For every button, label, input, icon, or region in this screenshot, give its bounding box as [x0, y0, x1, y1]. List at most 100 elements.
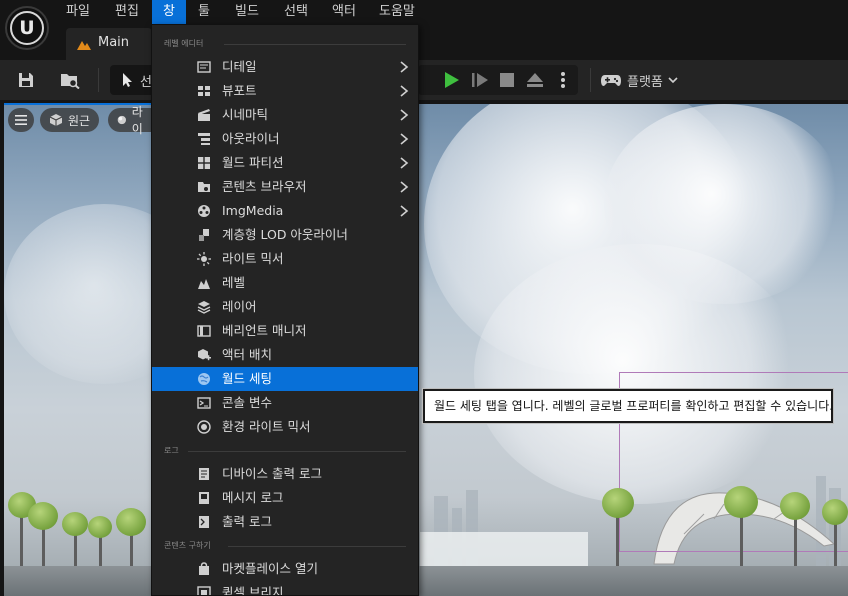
menu-item-output-log[interactable]: 출력 로그: [152, 510, 418, 534]
ground-plane: [4, 566, 848, 596]
platforms-button[interactable]: 플랫폼: [600, 66, 678, 94]
menu-item-quixel-bridge[interactable]: 퀵셀 브리지: [152, 581, 418, 596]
tree: [822, 499, 848, 525]
menu-item-variant-manager[interactable]: 베리언트 매니저: [152, 319, 418, 343]
menu-item-cinematics[interactable]: 시네마틱: [152, 103, 418, 127]
toolbar-separator: [98, 68, 99, 92]
submenu-arrow-icon: [400, 205, 409, 217]
tree: [116, 508, 146, 536]
section-label: 레벨 에디터: [164, 39, 204, 48]
tree: [88, 516, 112, 538]
menu-item-console-variables[interactable]: 콘솔 변수: [152, 391, 418, 415]
play-controls: [418, 65, 578, 95]
menu-bar: 파일 편집 창 툴 빌드 선택 액터 도움말: [0, 0, 848, 24]
viewport-active-indicator: [4, 103, 151, 105]
menu-item-layers[interactable]: 레이어: [152, 295, 418, 319]
submenu-arrow-icon: [400, 61, 409, 73]
menu-item-light-mixer[interactable]: 라이트 믹서: [152, 247, 418, 271]
menu-item-label: 환경 라이트 믹서: [222, 419, 311, 434]
chevron-down-icon: [668, 77, 678, 84]
menu-item-env-light-mixer[interactable]: 환경 라이트 믹서: [152, 415, 418, 439]
cube-icon: [49, 114, 63, 126]
menu-file[interactable]: 파일: [58, 0, 98, 24]
menu-item-imgmedia[interactable]: ImgMedia: [152, 199, 418, 223]
select-mode-icon: [123, 73, 132, 87]
imgmedia-icon: [197, 204, 211, 218]
view-mode-button[interactable]: 라이: [108, 105, 156, 136]
advance-frame-icon[interactable]: [471, 72, 489, 88]
menu-item-label: 메시지 로그: [222, 490, 284, 505]
menu-item-label: 레벨: [222, 275, 246, 290]
menu-item-levels[interactable]: 레벨: [152, 271, 418, 295]
message-log-icon: [197, 491, 211, 505]
toolbar-separator: [590, 68, 591, 92]
browse-button[interactable]: [56, 66, 84, 94]
menu-item-world-partition[interactable]: 월드 파티션: [152, 151, 418, 175]
env-light-mixer-icon: [197, 420, 211, 434]
menu-item-place-actors[interactable]: 액터 배치: [152, 343, 418, 367]
light-mixer-icon: [197, 252, 211, 266]
menu-item-label: 디바이스 출력 로그: [222, 466, 322, 481]
unreal-logo[interactable]: U: [5, 6, 49, 50]
menu-help[interactable]: 도움말: [371, 0, 423, 24]
window-menu-dropdown: 레벨 에디터 디테일 뷰포트 시네마틱 아웃라이너 월드 파티션 콘텐츠 브라우…: [151, 24, 419, 596]
menu-edit[interactable]: 편집: [107, 0, 147, 24]
section-get-content: 콘텐츠 구하기: [152, 539, 418, 553]
lit-icon: [117, 115, 127, 125]
menu-item-label: 출력 로그: [222, 514, 272, 529]
gamepad-icon: [601, 75, 621, 86]
save-icon: [19, 73, 33, 87]
submenu-arrow-icon: [400, 157, 409, 169]
tree: [602, 488, 634, 518]
menu-item-label: ImgMedia: [222, 203, 284, 218]
menu-window[interactable]: 창: [152, 0, 186, 24]
menu-item-message-log[interactable]: 메시지 로그: [152, 486, 418, 510]
menu-item-label: 퀵셀 브리지: [222, 585, 284, 596]
menu-item-viewports[interactable]: 뷰포트: [152, 79, 418, 103]
hlod-outliner-icon: [197, 228, 211, 242]
stop-icon[interactable]: [500, 73, 514, 87]
menu-item-label: 콘솔 변수: [222, 395, 272, 410]
menu-build[interactable]: 빌드: [227, 0, 267, 24]
menu-tools[interactable]: 툴: [190, 0, 218, 24]
variant-manager-icon: [197, 324, 211, 338]
quixel-bridge-icon: [197, 586, 211, 595]
outliner-icon: [197, 132, 211, 146]
menu-item-details[interactable]: 디테일: [152, 55, 418, 79]
save-button[interactable]: [14, 66, 38, 94]
details-icon: [197, 60, 211, 74]
section-label: 콘텐츠 구하기: [164, 541, 211, 550]
tree: [62, 512, 88, 536]
output-log-icon: [197, 515, 211, 529]
tree: [780, 492, 810, 520]
menu-item-label: 시네마틱: [222, 107, 269, 122]
device-output-log-icon: [197, 467, 211, 481]
place-actors-icon: [197, 348, 211, 362]
submenu-arrow-icon: [400, 109, 409, 121]
section-level-editor: 레벨 에디터: [152, 37, 418, 51]
play-icon[interactable]: [442, 71, 460, 89]
tab-main[interactable]: Main: [66, 28, 152, 60]
layers-icon: [197, 300, 211, 314]
play-options-icon[interactable]: [560, 71, 566, 89]
menu-actor[interactable]: 액터: [324, 0, 364, 24]
perspective-button[interactable]: 원근: [40, 108, 100, 132]
menu-item-label: 아웃라이너: [222, 131, 280, 146]
menu-item-hlod-outliner[interactable]: 계층형 LOD 아웃라이너: [152, 223, 418, 247]
eject-icon[interactable]: [526, 72, 544, 88]
menu-item-device-output-log[interactable]: 디바이스 출력 로그: [152, 462, 418, 486]
menu-select[interactable]: 선택: [276, 0, 316, 24]
section-divider: [188, 451, 406, 452]
main-toolbar: 선 플랫폼: [0, 60, 848, 100]
platforms-label: 플랫폼: [627, 74, 663, 90]
menu-item-label: 콘텐츠 브라우저: [222, 179, 307, 194]
menu-item-content-browser[interactable]: 콘텐츠 브라우저: [152, 175, 418, 199]
menu-item-label: 액터 배치: [222, 347, 272, 362]
menu-item-marketplace[interactable]: 마켓플레이스 열기: [152, 557, 418, 581]
menu-item-world-settings[interactable]: 월드 세팅: [152, 367, 418, 391]
menu-item-label: 뷰포트: [222, 83, 257, 98]
menu-item-outliner[interactable]: 아웃라이너: [152, 127, 418, 151]
viewport-options-button[interactable]: [8, 108, 34, 132]
viewports-icon: [197, 84, 211, 98]
level-viewport[interactable]: 원근 라이: [4, 104, 848, 596]
